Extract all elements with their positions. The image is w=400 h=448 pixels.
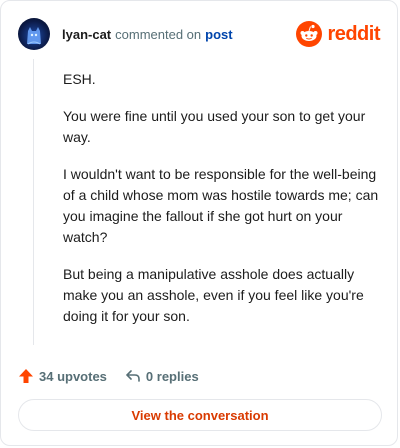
reply-arrow-icon — [126, 370, 140, 382]
comment-paragraph: ESH. — [63, 71, 96, 87]
thread-line — [33, 59, 34, 345]
cat-avatar-icon[interactable] — [18, 18, 50, 50]
reply-button[interactable]: 0 replies — [125, 368, 199, 384]
comment-paragraph: But being a manipulative asshole does ac… — [63, 266, 364, 324]
comment-paragraph: I wouldn't want to be responsible for th… — [63, 166, 379, 245]
reddit-logo[interactable]: reddit — [296, 21, 380, 47]
embedded-comment-card: lyan-cat commented on post reddit ESH. Y… — [0, 0, 398, 446]
reddit-snoo-icon — [296, 21, 323, 47]
upvote-button[interactable]: 34 upvotes — [18, 368, 107, 384]
reply-count: 0 replies — [145, 368, 199, 384]
username-link[interactable]: lyan-cat — [62, 27, 111, 42]
action-text: commented on — [115, 26, 202, 42]
reddit-wordmark: reddit — [327, 22, 380, 45]
comment-paragraph: You were fine until you used your son to… — [63, 108, 366, 145]
comment-meta: lyan-cat commented on post — [62, 27, 233, 42]
view-conversation-button[interactable]: View the conversation — [18, 399, 382, 431]
comment-body: ESH. You were fine until you used your s… — [63, 69, 383, 343]
comment-header: lyan-cat commented on post reddit — [18, 17, 380, 51]
post-link[interactable]: post — [205, 27, 232, 42]
upvote-arrow-icon — [19, 369, 33, 383]
upvote-count: 34 upvotes — [39, 368, 107, 384]
comment-actions: 34 upvotes 0 replies — [18, 365, 199, 387]
